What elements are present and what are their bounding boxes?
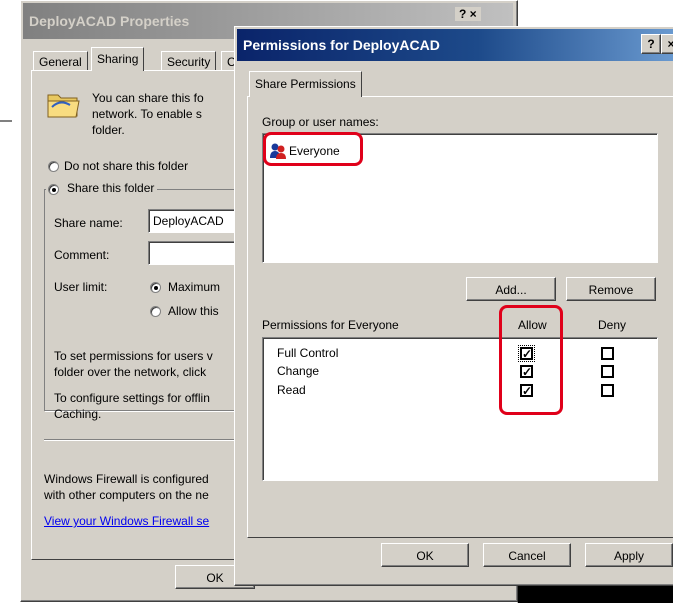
tab-general[interactable]: General	[33, 51, 88, 71]
allow-this-radio[interactable]	[150, 306, 161, 317]
deny-change-checkbox[interactable]	[601, 365, 614, 378]
shared-folder-icon	[47, 94, 80, 118]
permission-row-full-control: Full Control	[277, 346, 339, 360]
maximum-label: Maximum	[168, 280, 221, 294]
allow-this-label: Allow this	[168, 304, 219, 318]
comment-label: Comment:	[54, 248, 110, 262]
permissions-text-line2: folder over the network, click	[54, 365, 207, 379]
firewall-text-line1: Windows Firewall is configured	[44, 472, 209, 486]
do-not-share-radio[interactable]	[48, 161, 59, 172]
permissions-title: Permissions for DeployACAD	[243, 37, 440, 53]
tab-share-permissions[interactable]: Share Permissions	[249, 71, 362, 97]
group-or-user-label: Group or user names:	[262, 115, 379, 129]
cancel-button[interactable]: Cancel	[483, 543, 571, 567]
allow-column-highlight	[499, 305, 563, 415]
permissions-title-bar: Permissions for DeployACAD ? ×	[237, 29, 673, 61]
maximum-radio[interactable]	[150, 282, 161, 293]
everyone-highlight	[263, 132, 363, 166]
firewall-text-line2: with other computers on the ne	[44, 488, 209, 502]
permission-row-change: Change	[277, 364, 320, 378]
offline-text-line2: Caching.	[54, 407, 102, 421]
deny-header: Deny	[598, 318, 627, 332]
firewall-settings-link[interactable]: View your Windows Firewall se	[44, 514, 209, 528]
background-line-left	[0, 120, 12, 122]
share-groupbox-legend: Share this folder	[46, 181, 158, 197]
apply-button[interactable]: Apply	[585, 543, 673, 567]
permissions-list[interactable]: Full Control ✓ Change ✓ Read ✓	[262, 337, 658, 481]
permissions-for-label: Permissions for Everyone	[262, 318, 399, 332]
permissions-text-line1: To set permissions for users v	[54, 349, 213, 363]
offline-text-line1: To configure settings for offlin	[54, 391, 210, 405]
deny-read-checkbox[interactable]	[601, 384, 614, 397]
tab-sharing[interactable]: Sharing	[91, 47, 145, 71]
add-button[interactable]: Add...	[466, 277, 556, 301]
sharing-intro-line2: network. To enable s	[92, 107, 202, 121]
sharing-intro-line3: folder.	[92, 123, 125, 137]
deny-full-control-checkbox[interactable]	[601, 347, 614, 360]
user-limit-label: User limit:	[54, 280, 108, 294]
permissions-dialog: Permissions for DeployACAD ? × Share Per…	[234, 26, 673, 586]
properties-title-buttons[interactable]: ? ×	[455, 7, 481, 21]
do-not-share-label: Do not share this folder	[64, 159, 189, 173]
close-button[interactable]: ×	[661, 34, 673, 54]
permission-row-read: Read	[277, 383, 306, 397]
share-this-radio[interactable]	[48, 184, 59, 195]
remove-button[interactable]: Remove	[566, 277, 656, 301]
sharing-intro-line1: You can share this fo	[92, 91, 204, 105]
share-this-label: Share this folder	[67, 181, 155, 195]
help-button[interactable]: ?	[641, 34, 661, 54]
share-name-label: Share name:	[54, 216, 123, 230]
ok-button[interactable]: OK	[381, 543, 469, 567]
properties-title: DeployACAD Properties	[29, 13, 190, 29]
tab-security[interactable]: Security	[161, 51, 217, 71]
